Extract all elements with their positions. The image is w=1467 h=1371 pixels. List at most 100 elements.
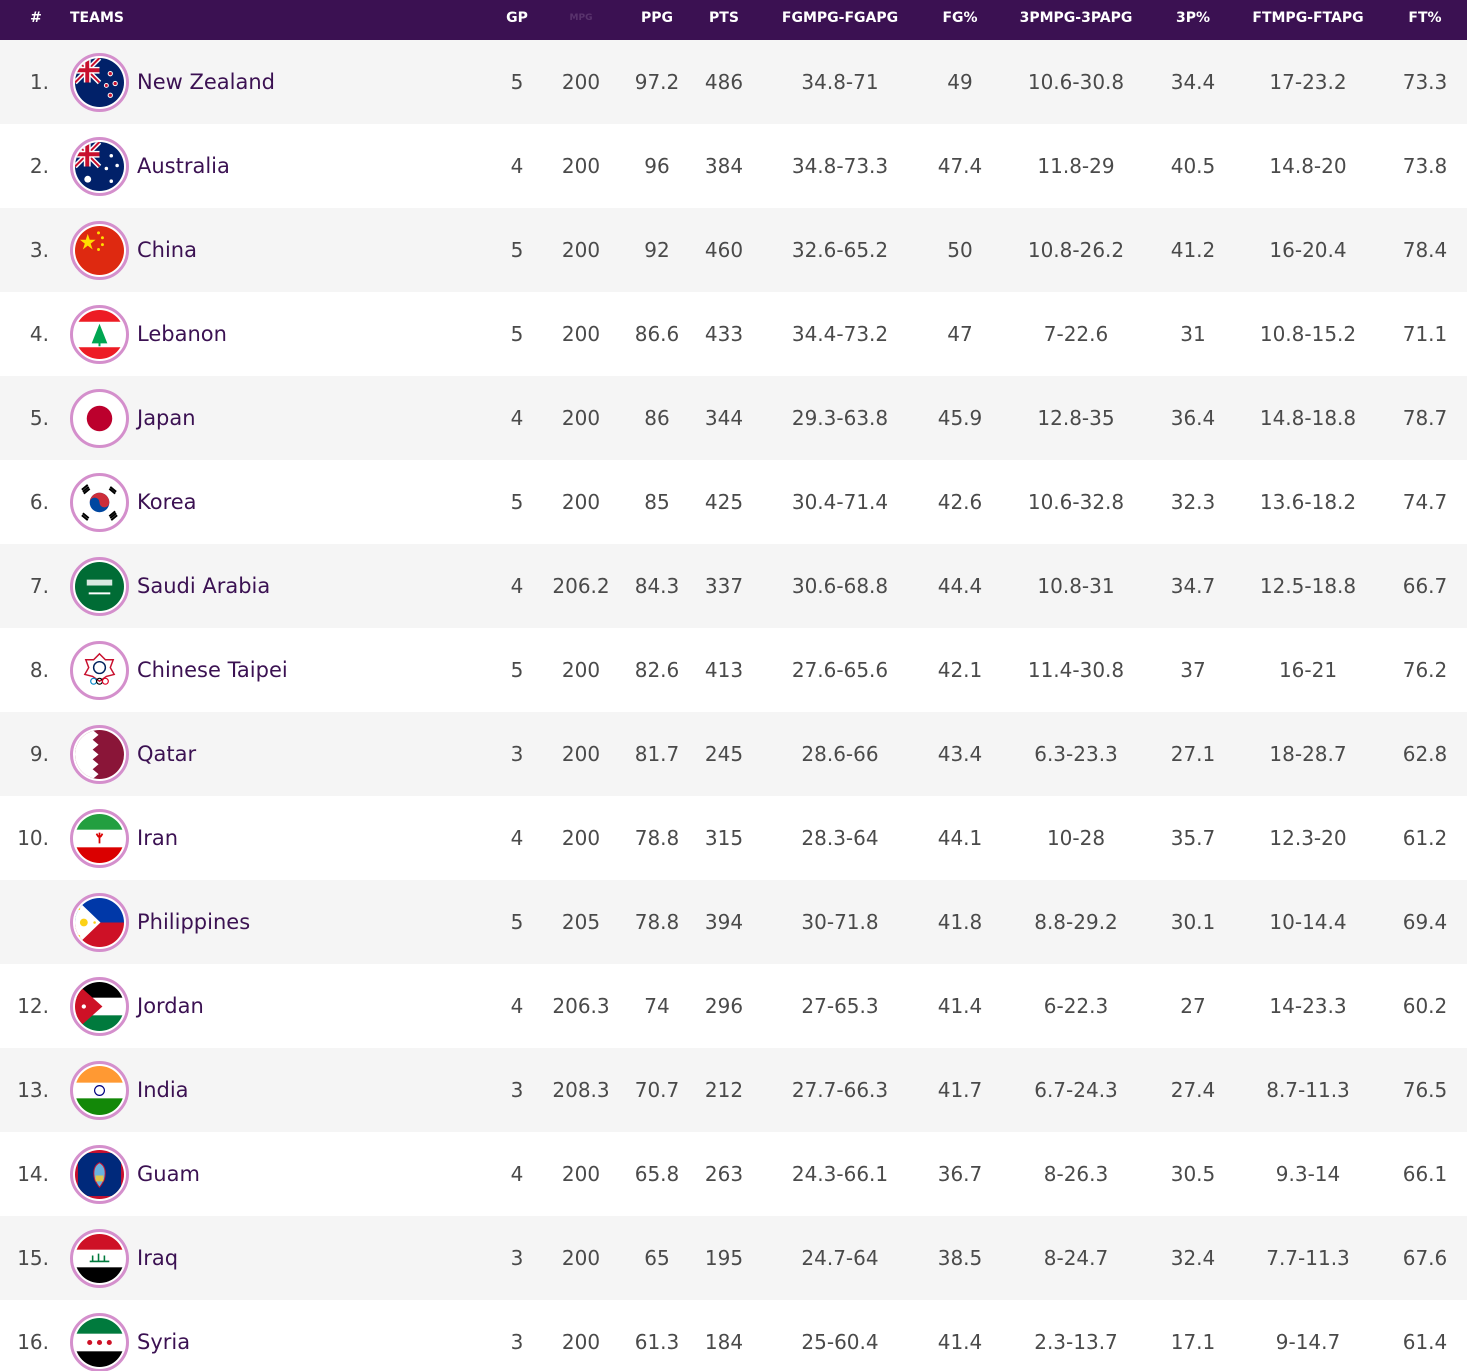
gp-value: 4 [510,574,524,598]
mins-value: 206.3 [552,994,610,1018]
chinese-taipei-flag-icon [75,646,124,695]
table-row[interactable]: 5. Japan 4 200 86 344 29.3-63.8 45.9 12.8-35 36.4… [0,376,1467,460]
three-pt-value: 10.8-31 [1037,574,1115,598]
mins-value: 200 [561,826,601,850]
ppg-value: 65 [644,1246,670,1270]
team-logo[interactable] [70,809,129,868]
team-logo[interactable] [70,725,129,784]
header-rank[interactable]: # [30,0,42,40]
table-row[interactable]: 10. Iran 4 200 78.8 315 28.3-64 44.1 10-28 35.7 12… [0,796,1467,880]
team-name-link[interactable]: Philippines [137,880,250,964]
header-ppg[interactable]: PPG [641,0,673,40]
fg-value: 24.7-64 [801,1246,879,1270]
team-logo[interactable] [70,221,129,280]
three-pt-pct-value: 27.4 [1170,1078,1216,1102]
team-name-link[interactable]: Australia [137,124,230,208]
rank-value: 6. [29,490,49,514]
table-row[interactable]: 1. New Zealand 5 200 97.2 486 34.8-71 49 10.6-30… [0,40,1467,124]
team-name-link[interactable]: Lebanon [137,292,227,376]
mins-value: 200 [561,658,601,682]
team-name-link[interactable]: Iran [137,796,178,880]
team-logo[interactable] [70,977,129,1036]
team-logo[interactable] [70,641,129,700]
table-row[interactable]: 16. Syria 3 200 61.3 184 25-60.4 41.4 2.3-13.7 17… [0,1300,1467,1371]
team-name-link[interactable]: Saudi Arabia [137,544,270,628]
team-logo[interactable] [70,305,129,364]
three-pt-pct-value: 34.7 [1170,574,1216,598]
pts-value: 460 [704,238,744,262]
qatar-flag-icon [75,730,124,779]
ft-value: 12.5-18.8 [1259,574,1357,598]
ft-value: 14.8-20 [1269,154,1347,178]
team-name-link[interactable]: Guam [137,1132,200,1216]
ft-pct-value: 71.1 [1402,322,1448,346]
header-pts[interactable]: PTS [709,0,739,40]
table-row[interactable]: 8. Chinese Taipei 5 200 82.6 413 27.6-65.6 42.1… [0,628,1467,712]
fg-pct-value: 42.6 [937,490,983,514]
table-row[interactable]: 12. Jordan 4 206.3 74 296 27-65.3 41.4 6-22.3 27 1… [0,964,1467,1048]
team-logo[interactable] [70,473,129,532]
table-row[interactable]: 15. Iraq 3 200 65 195 24.7-64 38.5 8-24.7 32.4 7.7… [0,1216,1467,1300]
team-name-link[interactable]: China [137,208,197,292]
three-pt-pct-value: 30.1 [1170,910,1216,934]
team-name-link[interactable]: Qatar [137,712,196,796]
team-logo[interactable] [70,557,129,616]
team-name-link[interactable]: Korea [137,460,197,544]
team-logo[interactable] [70,1229,129,1288]
rank-value: 9. [29,742,49,766]
fg-pct-value: 47.4 [937,154,983,178]
header-ft[interactable]: FTMPG-FTAPG [1252,0,1363,40]
team-name-link[interactable]: Iraq [137,1216,178,1300]
ft-value: 7.7-11.3 [1266,1246,1350,1270]
china-flag-icon [75,226,124,275]
table-row[interactable]: 3. China 5 200 92 460 32.6-65.2 50 10.8-26.2 41.2… [0,208,1467,292]
pts-value: 212 [704,1078,744,1102]
team-logo[interactable] [70,389,129,448]
guam-flag-icon [75,1150,124,1199]
team-logo[interactable] [70,53,129,112]
three-pt-value: 8-24.7 [1043,1246,1109,1270]
fg-value: 30.6-68.8 [791,574,889,598]
fg-pct-value: 41.4 [937,1330,983,1354]
header-3p[interactable]: 3PMPG-3PAPG [1020,0,1133,40]
three-pt-value: 12.8-35 [1037,406,1115,430]
table-row[interactable]: 14. Guam 4 200 65.8 263 24.3-66.1 36.7 8-26.3 30.… [0,1132,1467,1216]
header-ft-pct[interactable]: FT% [1408,0,1441,40]
gp-value: 3 [510,1246,524,1270]
table-row[interactable]: 6. Korea 5 200 85 425 30.4-71.4 42.6 10.6-32.8 32… [0,460,1467,544]
table-row[interactable]: 4. Lebanon 5 200 86.6 433 34.4-73.2 47 7-22.6 31 1… [0,292,1467,376]
table-row[interactable]: Philippines 5 205 78.8 394 30-71.8 41.8 8.8-29.… [0,880,1467,964]
team-logo[interactable] [70,893,129,952]
ppg-value: 74 [644,994,670,1018]
fg-pct-value: 44.1 [937,826,983,850]
header-gp[interactable]: GP [506,0,528,40]
team-logo[interactable] [70,1313,129,1371]
header-3p-pct[interactable]: 3P% [1176,0,1210,40]
fg-value: 28.3-64 [801,826,879,850]
team-name-link[interactable]: Syria [137,1300,190,1371]
team-name-link[interactable]: Jordan [137,964,204,1048]
team-name-link[interactable]: Japan [137,376,196,460]
rank-value: 12. [17,994,49,1018]
team-name-link[interactable]: Chinese Taipei [137,628,288,712]
team-logo[interactable] [70,137,129,196]
table-row[interactable]: 2. Australia 4 200 96 384 34.8-73.3 47.4 11.8-29… [0,124,1467,208]
header-mins[interactable]: MPG [570,0,593,40]
ft-pct-value: 78.7 [1402,406,1448,430]
fg-pct-value: 50 [947,238,973,262]
header-fg[interactable]: FGMPG-FGAPG [782,0,898,40]
team-name-link[interactable]: India [137,1048,189,1132]
ft-pct-value: 62.8 [1402,742,1448,766]
header-teams[interactable]: TEAMS [70,0,124,40]
table-row[interactable]: 7. Saudi Arabia 4 206.2 84.3 337 30.6-68.8 44.4… [0,544,1467,628]
ft-value: 9-14.7 [1275,1330,1341,1354]
rank-value: 3. [29,238,49,262]
rank-value: 14. [17,1162,49,1186]
table-row[interactable]: 13. India 3 208.3 70.7 212 27.7-66.3 41.7 6.7-24… [0,1048,1467,1132]
header-fg-pct[interactable]: FG% [942,0,977,40]
team-logo[interactable] [70,1061,129,1120]
team-logo[interactable] [70,1145,129,1204]
table-row[interactable]: 9. Qatar 3 200 81.7 245 28.6-66 43.4 6.3-23.3 27.… [0,712,1467,796]
team-name-link[interactable]: New Zealand [137,40,275,124]
mins-value: 200 [561,238,601,262]
